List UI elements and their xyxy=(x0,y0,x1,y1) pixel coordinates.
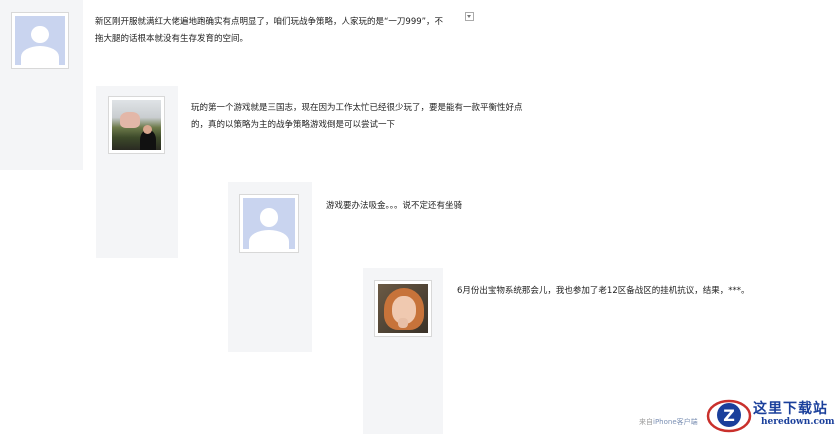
comment-line: 拖大腿的话根本就没有生存发育的空间。 xyxy=(95,34,249,44)
user-photo-icon xyxy=(112,100,161,150)
avatar[interactable] xyxy=(108,96,165,154)
comment-line: 游戏要办法吸金。。。说不定还有坐骑 xyxy=(326,201,463,211)
comment-line: 的，真的以策略为主的战争策略游戏倒是可以尝试一下 xyxy=(191,120,396,130)
watermark-logo: Z 这里下载站 heredown.com xyxy=(705,396,836,434)
avatar[interactable] xyxy=(374,280,432,337)
z-logo-icon: Z xyxy=(706,399,752,433)
source-prefix: 来自 xyxy=(639,418,653,426)
comment-text: 新区刚开服就满红大佬遍地跑确实有点明显了，咱们玩战争策略，人家玩的是“一刀999… xyxy=(95,14,465,48)
comment-text: 游戏要办法吸金。。。说不定还有坐骑 xyxy=(326,198,626,215)
user-photo-icon xyxy=(378,284,428,333)
svg-text:Z: Z xyxy=(723,406,735,425)
default-user-icon xyxy=(243,198,295,249)
source-client-link[interactable]: iPhone客户端 xyxy=(653,418,698,426)
comment-text: 6月份出宝物系统那会儿，我也参加了老12区备战区的挂机抗议，结果，***。 xyxy=(457,283,787,300)
default-user-icon xyxy=(15,16,65,65)
watermark-en: heredown.com xyxy=(761,417,835,427)
comment-line: 6月份出宝物系统那会儿，我也参加了老12区备战区的挂机抗议，结果，***。 xyxy=(457,286,750,296)
comment-text: 玩的第一个游戏就是三国志，现在因为工作太忙已经很少玩了，要是能有一款平衡性好点 … xyxy=(191,100,571,134)
comment-line: 玩的第一个游戏就是三国志，现在因为工作太忙已经很少玩了，要是能有一款平衡性好点 xyxy=(191,103,523,113)
avatar[interactable] xyxy=(239,194,299,253)
watermark-cn: 这里下载站 xyxy=(753,401,828,417)
collapse-toggle-icon[interactable] xyxy=(465,12,474,21)
avatar[interactable] xyxy=(11,12,69,69)
source-label: 来自iPhone客户端 xyxy=(639,417,698,427)
comment-line: 新区刚开服就满红大佬遍地跑确实有点明显了，咱们玩战争策略，人家玩的是“一刀999… xyxy=(95,17,444,27)
